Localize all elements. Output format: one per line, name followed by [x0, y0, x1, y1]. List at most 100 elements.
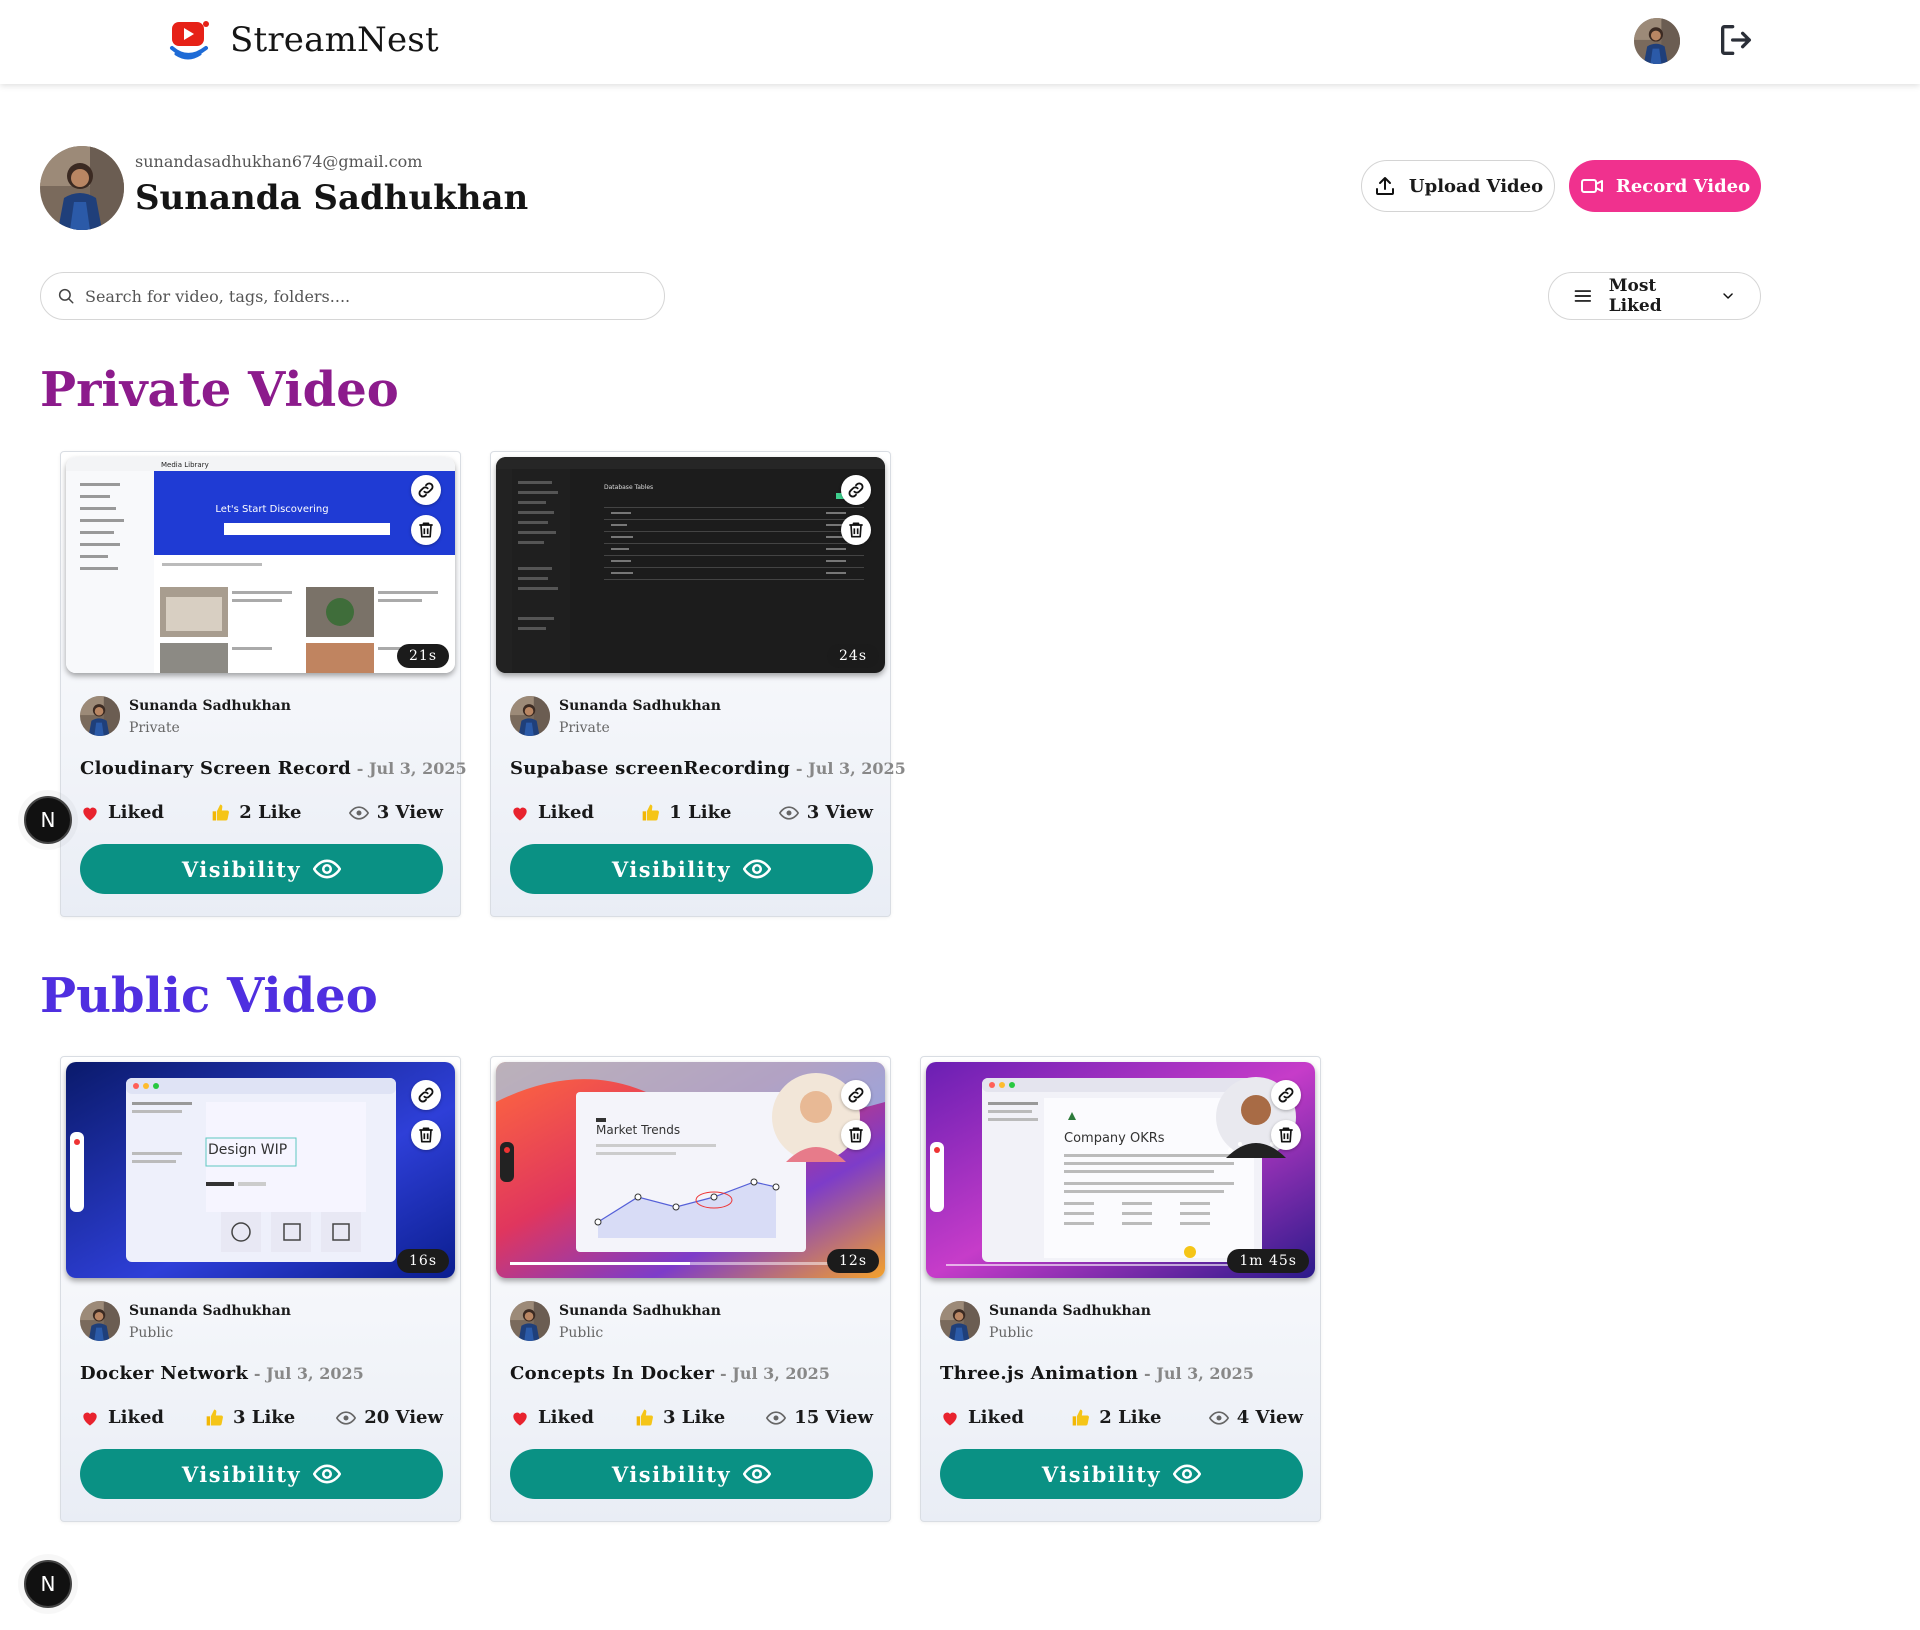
- liked-toggle[interactable]: Liked: [80, 802, 164, 823]
- eye-icon: [1209, 1408, 1229, 1428]
- video-thumbnail[interactable]: Company OKRs 1m 45s: [926, 1062, 1315, 1278]
- like-count-label: 3 Like: [233, 1407, 296, 1428]
- thumb-label: Design WIP: [208, 1142, 287, 1158]
- like-count[interactable]: 3 Like: [635, 1407, 725, 1428]
- video-stats: Liked 2 Like 4 View: [940, 1407, 1303, 1428]
- owner-avatar: [80, 1301, 120, 1341]
- logout-icon[interactable]: [1716, 20, 1756, 60]
- video-title: Concepts In Docker: [510, 1363, 715, 1384]
- visibility-button[interactable]: Visibility: [510, 1449, 873, 1499]
- private-video-heading: Private Video: [40, 362, 399, 418]
- delete-icon[interactable]: [1271, 1120, 1301, 1150]
- video-title-row: Docker Network - Jul 3, 2025: [80, 1363, 364, 1384]
- visibility-button[interactable]: Visibility: [510, 844, 873, 894]
- video-title-row: Three.js Animation - Jul 3, 2025: [940, 1363, 1254, 1384]
- view-count-label: 3 View: [376, 802, 443, 823]
- public-video-heading: Public Video: [40, 968, 378, 1024]
- delete-icon[interactable]: [841, 515, 871, 545]
- like-count-label: 2 Like: [1099, 1407, 1162, 1428]
- profile-email: sunandasadhukhan674@gmail.com: [135, 152, 423, 171]
- copy-link-icon[interactable]: [411, 475, 441, 505]
- video-title: Three.js Animation: [940, 1363, 1139, 1384]
- video-card[interactable]: Media Library Let's Start Discovering 21…: [60, 451, 467, 917]
- video-title-row: Cloudinary Screen Record - Jul 3, 2025: [80, 758, 467, 779]
- thumbs-up-icon: [635, 1408, 655, 1428]
- video-date: - Jul 3, 2025: [1144, 1364, 1254, 1383]
- owner-avatar: [80, 696, 120, 736]
- video-card[interactable]: Design WIP 16s Sunanda Sadhukhan Public …: [60, 1056, 461, 1522]
- record-video-button[interactable]: Record Video: [1569, 160, 1761, 212]
- video-card[interactable]: Company OKRs 1m 45s Sunanda Sadhukhan Pu…: [920, 1056, 1321, 1522]
- thumbs-up-icon: [205, 1408, 225, 1428]
- owner-avatar: [510, 1301, 550, 1341]
- video-card[interactable]: Market Trends 12s Sunanda Sadhukhan Publ…: [490, 1056, 891, 1522]
- video-duration: 24s: [827, 644, 879, 668]
- copy-link-icon[interactable]: [411, 1080, 441, 1110]
- view-count: 20 View: [336, 1407, 443, 1428]
- eye-icon: [349, 803, 369, 823]
- visibility-button-label: Visibility: [611, 856, 732, 882]
- copy-link-icon[interactable]: [841, 1080, 871, 1110]
- like-count[interactable]: 2 Like: [1071, 1407, 1162, 1428]
- heart-icon: [80, 803, 100, 823]
- video-thumbnail[interactable]: Media Library Let's Start Discovering 21…: [66, 457, 455, 673]
- eye-icon: [743, 855, 771, 883]
- delete-icon[interactable]: [841, 1120, 871, 1150]
- visibility-button[interactable]: Visibility: [80, 1449, 443, 1499]
- delete-icon[interactable]: [411, 1120, 441, 1150]
- user-avatar[interactable]: [1634, 18, 1680, 64]
- like-count[interactable]: 3 Like: [205, 1407, 295, 1428]
- liked-toggle[interactable]: Liked: [80, 1407, 164, 1428]
- visibility-status: Private: [129, 720, 180, 736]
- thumbs-up-icon: [1071, 1408, 1091, 1428]
- video-duration: 12s: [827, 1249, 879, 1273]
- search-icon: [58, 288, 74, 304]
- video-stats: Liked 3 Like 20 View: [80, 1407, 443, 1428]
- owner-name: Sunanda Sadhukhan: [559, 698, 721, 714]
- visibility-button[interactable]: Visibility: [940, 1449, 1303, 1499]
- video-title: Cloudinary Screen Record: [80, 758, 351, 779]
- video-thumbnail[interactable]: Database Tables 24s: [496, 457, 885, 673]
- video-thumbnail[interactable]: Market Trends 12s: [496, 1062, 885, 1278]
- eye-icon: [766, 1408, 786, 1428]
- owner-avatar: [510, 696, 550, 736]
- video-camera-icon: [1580, 179, 1603, 193]
- visibility-button[interactable]: Visibility: [80, 844, 443, 894]
- upload-icon: [1375, 177, 1394, 195]
- brand[interactable]: StreamNest: [168, 18, 439, 62]
- upload-video-button[interactable]: Upload Video: [1361, 160, 1555, 212]
- video-duration: 16s: [397, 1249, 449, 1273]
- eye-icon: [313, 855, 341, 883]
- sort-dropdown[interactable]: Most Liked: [1548, 272, 1761, 320]
- view-count-label: 15 View: [794, 1407, 873, 1428]
- delete-icon[interactable]: [411, 515, 441, 545]
- dev-tools-badge[interactable]: N: [24, 1560, 72, 1608]
- search-input[interactable]: [85, 286, 645, 306]
- top-navbar: StreamNest: [0, 0, 1920, 84]
- search-bar[interactable]: [40, 272, 665, 320]
- video-thumbnail[interactable]: Design WIP 16s: [66, 1062, 455, 1278]
- thumb-app-name: Media Library: [161, 461, 209, 469]
- visibility-button-label: Visibility: [181, 1461, 302, 1487]
- video-duration: 1m 45s: [1227, 1249, 1309, 1273]
- video-card[interactable]: Database Tables 24s Sunanda Sadhukhan Pr…: [490, 451, 906, 917]
- liked-toggle[interactable]: Liked: [940, 1407, 1024, 1428]
- like-count[interactable]: 1 Like: [641, 802, 732, 823]
- visibility-button-label: Visibility: [181, 856, 302, 882]
- copy-link-icon[interactable]: [841, 475, 871, 505]
- streamnest-logo-icon: [168, 18, 212, 62]
- eye-icon: [336, 1408, 356, 1428]
- owner-name: Sunanda Sadhukhan: [559, 1303, 721, 1319]
- dev-tools-badge[interactable]: N: [24, 796, 72, 844]
- video-date: - Jul 3, 2025: [253, 1364, 364, 1383]
- visibility-button-label: Visibility: [611, 1461, 732, 1487]
- liked-label: Liked: [538, 1407, 595, 1428]
- liked-toggle[interactable]: Liked: [510, 1407, 594, 1428]
- copy-link-icon[interactable]: [1271, 1080, 1301, 1110]
- visibility-status: Public: [559, 1325, 604, 1341]
- like-count[interactable]: 2 Like: [211, 802, 302, 823]
- owner-name: Sunanda Sadhukhan: [129, 1303, 291, 1319]
- brand-name: StreamNest: [230, 20, 439, 60]
- like-count-label: 3 Like: [663, 1407, 726, 1428]
- liked-toggle[interactable]: Liked: [510, 802, 594, 823]
